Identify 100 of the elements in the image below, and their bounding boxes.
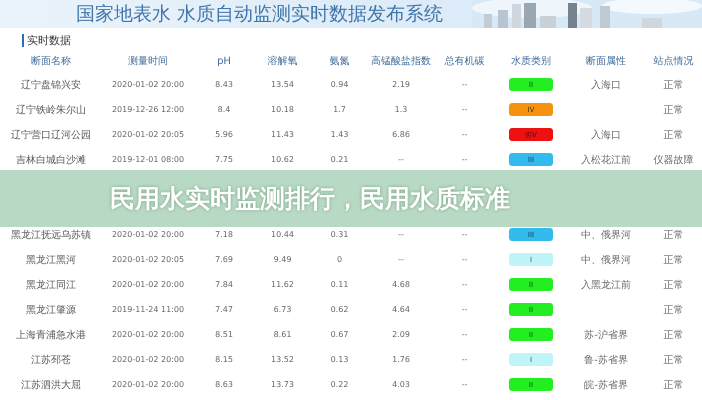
- table-cell: --: [462, 155, 468, 164]
- table-cell: 9.49: [274, 255, 292, 264]
- table-cell: 7.75: [215, 155, 233, 164]
- table-cell: 2.09: [392, 330, 410, 339]
- table-cell-text: 正常: [664, 304, 684, 316]
- station-name: 黑龙江肇源: [26, 304, 76, 316]
- table-cell-text: 皖-苏省界: [584, 378, 628, 392]
- station-name: 江苏泗洪大屈: [21, 378, 81, 392]
- table-cell: 10.44: [271, 230, 294, 239]
- table-cell: 10.18: [271, 105, 294, 114]
- column-header: pH: [217, 56, 231, 66]
- table-cell: 2020-01-02 20:00: [112, 355, 184, 364]
- table-cell-text: 正常: [664, 328, 684, 342]
- station-name: 上海青浦急水港: [16, 328, 86, 342]
- station-name: 辽宁盘锦兴安: [21, 78, 81, 92]
- table-cell: 1.76: [392, 355, 410, 364]
- table-cell: 4.68: [392, 280, 410, 289]
- table-cell: 0.94: [330, 80, 348, 89]
- table-cell: 1.7: [333, 105, 346, 114]
- banner-headline: 民用水实时监测排行，民用水质标准: [110, 183, 510, 215]
- table-cell: 0: [336, 255, 342, 264]
- column-header: 高锰酸盐指数: [371, 54, 431, 68]
- table-cell: 0.67: [330, 330, 348, 339]
- table-cell: 2019-12-26 12:00: [112, 105, 184, 114]
- table-cell: 2020-01-02 20:00: [112, 280, 184, 289]
- table-cell: 8.61: [274, 330, 292, 339]
- table-cell: 2020-01-02 20:05: [112, 130, 184, 139]
- station-name: 黑龙江抚远乌苏镇: [11, 228, 91, 242]
- table-cell: --: [462, 355, 468, 364]
- table-cell: 2020-01-02 20:00: [112, 380, 184, 389]
- table-cell: 0.21: [330, 155, 348, 164]
- table-cell: 2.19: [392, 80, 410, 89]
- table-cell: --: [462, 130, 468, 139]
- station-name: 黑龙江黑河: [26, 254, 76, 266]
- table-cell: 8.43: [215, 80, 233, 89]
- table-cell-text: 正常: [664, 228, 684, 242]
- table-cell: --: [462, 230, 468, 239]
- table-cell-text: 入黑龙江前: [581, 278, 631, 292]
- table-cell: 4.03: [392, 380, 410, 389]
- table-cell: 2020-01-02 20:05: [112, 255, 184, 264]
- table-cell: 0.11: [330, 280, 348, 289]
- table-cell: 6.86: [392, 130, 410, 139]
- table-cell-text: 正常: [664, 378, 684, 392]
- table-cell: 13.52: [271, 355, 294, 364]
- table-cell: --: [462, 305, 468, 314]
- station-name: 江苏邳苍: [31, 354, 71, 366]
- table-cell: 13.54: [271, 80, 294, 89]
- table-cell: --: [462, 105, 468, 114]
- table-cell: --: [398, 255, 404, 264]
- column-header: 总有机碳: [444, 54, 484, 68]
- table-cell: 2020-01-02 20:00: [112, 80, 184, 89]
- section-marker: [22, 34, 24, 46]
- table-cell: 8.4: [218, 105, 230, 114]
- station-name: 吉林白城白沙滩: [16, 154, 86, 166]
- table-cell: --: [398, 155, 404, 164]
- table-cell-text: 鲁-苏省界: [584, 354, 628, 366]
- table-cell-text: 入海口: [591, 78, 621, 92]
- table-cell-text: 正常: [664, 128, 684, 142]
- table-cell: 2020-01-02 20:00: [112, 330, 184, 339]
- table-cell: 10.62: [271, 155, 294, 164]
- table-cell: 0.22: [330, 380, 348, 389]
- table-cell: --: [462, 255, 468, 264]
- table-cell-text: 入海口: [591, 128, 621, 142]
- column-header: 测量时间: [128, 54, 168, 68]
- table-cell: 0.13: [330, 355, 348, 364]
- table-cell: --: [462, 280, 468, 289]
- table-cell: 8.15: [215, 355, 233, 364]
- table-cell: 0.31: [330, 230, 348, 239]
- table-cell-text: 入松花江前: [581, 154, 631, 166]
- column-header: 断面属性: [586, 54, 626, 68]
- table-cell: 11.62: [271, 280, 294, 289]
- site-title: 国家地表水 水质自动监测实时数据发布系统: [76, 2, 444, 27]
- table-cell: 11.43: [271, 130, 294, 139]
- table-cell: 6.73: [274, 305, 292, 314]
- column-header: 氨氮: [330, 55, 350, 68]
- table-cell: 1.3: [394, 105, 408, 114]
- table-cell-text: 正常: [664, 354, 684, 366]
- column-header: 溶解氧: [268, 54, 298, 68]
- table-cell: --: [398, 230, 404, 239]
- table-cell: 0.62: [330, 305, 348, 314]
- table-cell-text: 正常: [664, 254, 684, 266]
- table-cell-text: 正常: [664, 104, 684, 116]
- table-cell-text: 正常: [664, 278, 684, 292]
- table-cell: 4.64: [392, 305, 410, 314]
- table-cell-text: 仪器故障: [654, 154, 694, 166]
- table-cell: 8.63: [215, 380, 233, 389]
- table-cell: 13.73: [271, 380, 294, 389]
- table-cell: 1.43: [330, 130, 348, 139]
- table-cell: --: [462, 330, 468, 339]
- table-cell: 2019-11-24 11:00: [112, 305, 184, 314]
- column-header: 站点情况: [654, 54, 694, 68]
- table-cell-text: 中、俄界河: [581, 228, 631, 242]
- station-name: 辽宁铁岭朱尔山: [16, 104, 86, 116]
- column-header: 断面名称: [31, 54, 71, 68]
- table-cell-text: 正常: [664, 78, 684, 92]
- table-cell: 7.18: [215, 230, 233, 239]
- station-name: 黑龙江同江: [26, 278, 76, 292]
- table-cell: 7.47: [215, 305, 233, 314]
- table-cell: 8.51: [215, 330, 233, 339]
- table-cell-text: 苏-沪省界: [584, 328, 628, 342]
